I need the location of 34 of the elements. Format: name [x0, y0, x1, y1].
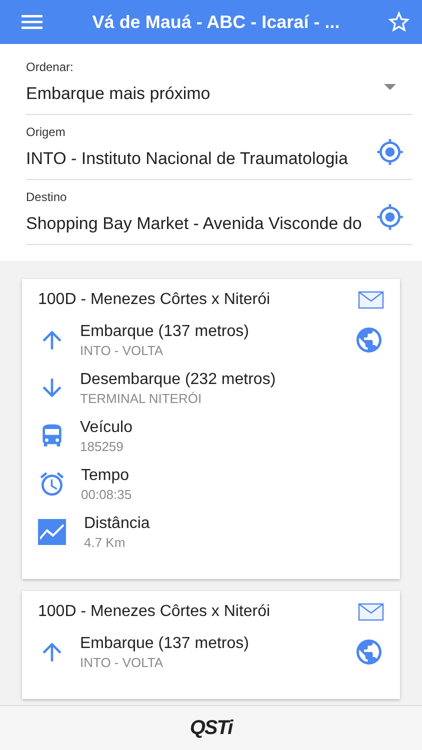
- chart-icon: [38, 519, 66, 545]
- caret-icon: [384, 84, 396, 90]
- field-label: Ordenar:: [26, 60, 74, 74]
- route-title: 100D - Menezes Côrtes x Niterói: [38, 291, 270, 309]
- field-value: Shopping Bay Market - Avenida Visconde do: [26, 214, 363, 234]
- info-detail: 185259: [80, 438, 124, 454]
- info-title: Desembarque (232 metros): [80, 370, 277, 388]
- info-title: Embarque (137 metros): [80, 322, 250, 340]
- sort-dropdown[interactable]: Ordenar: Embarque mais próximo: [26, 60, 412, 115]
- location-field[interactable]: Destino Shopping Bay Market - Avenida Visconde do: [26, 190, 412, 245]
- locate-icon[interactable]: [376, 203, 404, 231]
- info-title: Tempo: [81, 466, 130, 484]
- info-detail: 4.7 Km: [84, 534, 126, 550]
- logo: QSTi: [190, 716, 232, 740]
- alarm-clock-icon: [38, 470, 66, 498]
- globe-icon[interactable]: [354, 637, 384, 667]
- info-detail: INTO - VOLTA: [80, 342, 164, 358]
- dropdown-value: Embarque mais próximo: [26, 84, 212, 104]
- app-title: Vá de Mauá - ABC - Icaraí - ...: [92, 12, 340, 32]
- info-title: Distância: [84, 514, 151, 532]
- envelope-icon[interactable]: [358, 603, 384, 621]
- globe-icon[interactable]: [354, 325, 384, 355]
- info-title: Embarque (137 metros): [80, 634, 250, 652]
- envelope-icon[interactable]: [358, 291, 384, 309]
- route-title: 100D - Menezes Côrtes x Niterói: [38, 603, 270, 621]
- info-detail: INTO - VOLTA: [80, 654, 164, 670]
- field-label: Destino: [26, 190, 68, 204]
- info-title: Veículo: [80, 418, 134, 436]
- locate-icon[interactable]: [376, 138, 404, 166]
- location-field[interactable]: Origem INTO - Instituto Nacional de Traumatologia: [26, 125, 412, 180]
- info-detail: TERMINAL NITERÓI: [80, 390, 203, 406]
- field-label: Origem: [26, 125, 66, 139]
- field-value: INTO - Instituto Nacional de Traumatologia: [26, 149, 349, 169]
- info-detail: 00:08:35: [81, 486, 133, 502]
